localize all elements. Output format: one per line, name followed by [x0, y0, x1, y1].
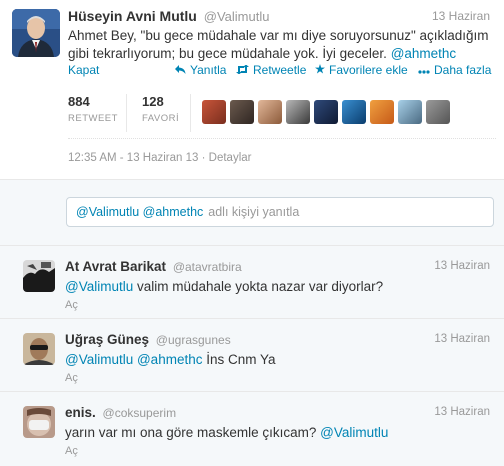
retweet-button[interactable]: Retweetle [236, 63, 306, 77]
tweet-text-line1: Ahmet Bey, "bu gece müdahale var mı diye… [68, 28, 489, 43]
collapse-link[interactable]: Kapat [68, 63, 99, 77]
reply-box: @Valimutlu @ahmethc adlı kişiyi yanıtla [0, 180, 504, 246]
tweet-text-line2-plain: gibi tekrarlıyorum; bu gece müdahale yok… [68, 46, 387, 61]
author-fullname[interactable]: At Avrat Barikat [65, 259, 166, 274]
star-icon [315, 63, 325, 77]
favoriter-avatar[interactable] [426, 100, 450, 124]
tweet-text-body: İns Cnm Ya [206, 352, 276, 367]
tweet-text: @Valimutlu @ahmethc İns Cnm Ya [65, 352, 276, 367]
reply-tweet[interactable]: Uğraş Güneş @ugrasgunes 13 Haziran @Vali… [0, 319, 504, 392]
favoriter-avatar[interactable] [370, 100, 394, 124]
author-row: enis. @coksuperim [65, 405, 176, 420]
author-username[interactable]: @coksuperim [103, 406, 177, 420]
avatar[interactable] [23, 406, 55, 438]
reply-button[interactable]: Yanıtla [175, 63, 226, 77]
stats-divider [190, 94, 191, 132]
more-label: Daha fazla [434, 63, 492, 77]
more-button[interactable]: Daha fazla [418, 63, 491, 77]
tweet-text: @Valimutlu valim müdahale yokta nazar va… [65, 279, 383, 294]
retweet-stat-label: RETWEET [68, 113, 118, 124]
favoriter-avatar[interactable] [398, 100, 422, 124]
reply-input-mentions: @Valimutlu @ahmethc [76, 205, 204, 219]
tweet-text-body: valim müdahale yokta nazar var diyorlar? [137, 279, 384, 294]
retweet-label: Retweetle [253, 63, 307, 77]
tweet-timestamp-row: 12:35 AM - 13 Haziran 13 · Detaylar [68, 152, 251, 164]
divider [68, 138, 496, 139]
tweet-date[interactable]: 13 Haziran [434, 260, 490, 272]
author-username[interactable]: @atavratbira [173, 260, 242, 274]
author-row: Uğraş Güneş @ugrasgunes [65, 332, 231, 347]
timestamp-separator: · [201, 152, 209, 164]
favoriter-avatar[interactable] [342, 100, 366, 124]
author-username[interactable]: @ugrasgunes [156, 333, 231, 347]
details-link[interactable]: Detaylar [209, 152, 252, 164]
tweet-text: yarın var mı ona göre maskemle çıkıcam? … [65, 425, 388, 440]
reply-arrow-icon [175, 63, 186, 77]
mention-link[interactable]: @Valimutlu [65, 279, 133, 294]
retweet-stat[interactable]: 884 RETWEET [68, 94, 118, 124]
expand-link[interactable]: Aç [65, 445, 78, 457]
retweet-count: 884 [68, 94, 90, 109]
main-tweet: Hüseyin Avni Mutlu @Valimutlu 13 Haziran… [0, 0, 504, 180]
reply-input[interactable]: @Valimutlu @ahmethc adlı kişiyi yanıtla [66, 197, 494, 227]
mention-link[interactable]: @ahmethc [391, 46, 456, 61]
favorite-stat-label: FAVORİ [142, 113, 180, 124]
favorite-label: Favorilere ekle [329, 63, 408, 77]
avatar[interactable] [23, 333, 55, 365]
tweet-date[interactable]: 13 Haziran [434, 406, 490, 418]
favorite-button[interactable]: Favorilere ekle [315, 63, 408, 77]
author-username[interactable]: @Valimutlu [204, 9, 270, 24]
author-fullname[interactable]: Uğraş Güneş [65, 332, 149, 347]
tweet-date[interactable]: 13 Haziran [434, 333, 490, 345]
author-fullname[interactable]: Hüseyin Avni Mutlu [68, 8, 197, 24]
favoriter-avatar[interactable] [314, 100, 338, 124]
mention-link[interactable]: @Valimutlu @ahmethc [65, 352, 202, 367]
mention-link[interactable]: @Valimutlu [320, 425, 388, 440]
author-fullname[interactable]: enis. [65, 405, 96, 420]
reply-input-placeholder: adlı kişiyi yanıtla [208, 205, 300, 219]
author-row: At Avrat Barikat @atavratbira [65, 259, 242, 274]
tweet-text-line2: gibi tekrarlıyorum; bu gece müdahale yok… [68, 45, 493, 63]
stats-divider-start [66, 90, 67, 128]
avatar[interactable] [12, 9, 60, 57]
favoriter-avatar[interactable] [230, 100, 254, 124]
tweet-text-body: yarın var mı ona göre maskemle çıkıcam? [65, 425, 317, 440]
tweet-date[interactable]: 13 Haziran [432, 9, 490, 23]
avatar[interactable] [23, 260, 55, 292]
reply-label: Yanıtla [190, 63, 227, 77]
expand-link[interactable]: Aç [65, 299, 78, 311]
favorite-count: 128 [142, 94, 164, 109]
favoriter-avatar[interactable] [202, 100, 226, 124]
favorite-stat[interactable]: 128 FAVORİ [142, 94, 179, 124]
reply-tweet[interactable]: enis. @coksuperim 13 Haziran yarın var m… [0, 392, 504, 466]
tweet-text: Ahmet Bey, "bu gece müdahale var mı diye… [68, 27, 493, 63]
favoriter-avatar[interactable] [286, 100, 310, 124]
author-row: Hüseyin Avni Mutlu @Valimutlu [68, 8, 269, 24]
expand-link[interactable]: Aç [65, 372, 78, 384]
tweet-stats: 884 RETWEET 128 FAVORİ [68, 94, 496, 136]
reply-tweet[interactable]: At Avrat Barikat @atavratbira 13 Haziran… [0, 246, 504, 319]
more-dots-icon [418, 63, 430, 77]
retweet-icon [236, 63, 249, 77]
stats-divider [126, 94, 127, 132]
favoriter-avatar[interactable] [258, 100, 282, 124]
tweet-timestamp[interactable]: 12:35 AM - 13 Haziran 13 [68, 152, 198, 164]
